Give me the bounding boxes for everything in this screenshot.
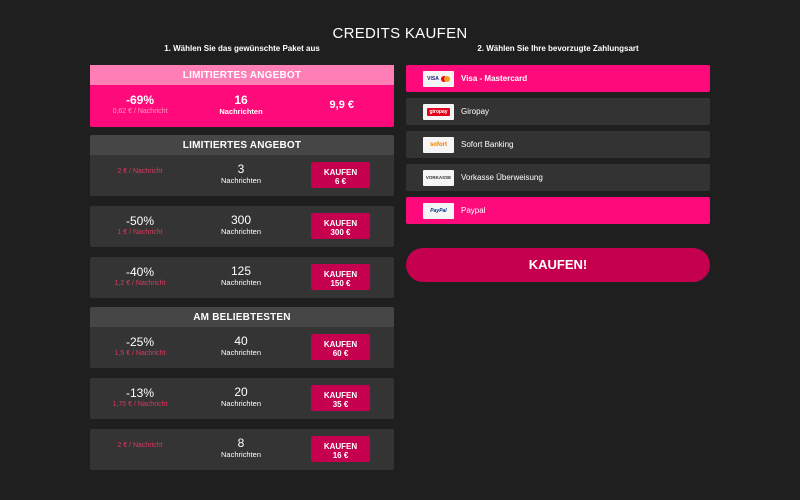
section-header-limited: LIMITIERTES ANGEBOT xyxy=(90,135,394,155)
package-count: 20 xyxy=(234,385,248,399)
sofort-icon: sofort xyxy=(423,136,454,153)
payment-label: Giropay xyxy=(461,107,490,116)
buy-price: 6 € xyxy=(334,176,347,186)
paypal-icon: PayPal xyxy=(423,202,454,219)
payment-label: Vorkasse Überweisung xyxy=(461,173,543,182)
page-title: CREDITS KAUFEN xyxy=(332,25,468,42)
payment-option-sofort[interactable]: sofort Sofort Banking xyxy=(406,131,710,158)
package-discount: -25% xyxy=(125,335,154,349)
section-header-popular: AM BELIEBTESTEN xyxy=(90,307,394,327)
package-per-message: 2 € / Nachricht xyxy=(117,168,163,175)
buy-label: KAUFEN xyxy=(323,218,358,228)
package-discount: -13% xyxy=(125,386,154,400)
package-unit: Nachrichten xyxy=(220,227,262,236)
package-row: 2 € / Nachricht 8 Nachrichten KAUFEN 16 … xyxy=(90,429,394,470)
vorkasse-icon: VORKASSE xyxy=(423,169,454,186)
package-per-message: 2 € / Nachricht xyxy=(117,442,163,449)
buy-label: KAUFEN xyxy=(323,269,358,279)
buy-package-button[interactable]: KAUFEN 60 € xyxy=(311,334,370,360)
package-count: 8 xyxy=(237,436,245,450)
package-unit: Nachrichten xyxy=(220,278,262,287)
package-per-message: 1,5 € / Nachricht xyxy=(114,350,166,357)
package-count: 40 xyxy=(234,334,248,348)
featured-price: 9,9 € xyxy=(329,99,354,111)
featured-unit: Nachrichten xyxy=(219,107,263,116)
package-row: -50% 1 € / Nachricht 300 Nachrichten KAU… xyxy=(90,206,394,247)
package-list: LIMITIERTES ANGEBOT -69% 0,62 € / Nachri… xyxy=(90,65,394,470)
featured-banner: LIMITIERTES ANGEBOT xyxy=(90,65,394,85)
package-row: 2 € / Nachricht 3 Nachrichten KAUFEN 6 € xyxy=(90,155,394,196)
buy-package-button[interactable]: KAUFEN 6 € xyxy=(311,162,370,188)
payment-label: Paypal xyxy=(461,206,486,215)
buy-price: 150 € xyxy=(330,278,351,288)
buy-package-button[interactable]: KAUFEN 150 € xyxy=(311,264,370,290)
package-unit: Nachrichten xyxy=(220,450,262,459)
package-unit: Nachrichten xyxy=(220,399,262,408)
buy-package-button[interactable]: KAUFEN 16 € xyxy=(311,436,370,462)
buy-label: KAUFEN xyxy=(323,441,358,451)
checkout-button[interactable]: KAUFEN! xyxy=(406,248,710,282)
featured-count: 16 xyxy=(234,93,248,107)
buy-price: 35 € xyxy=(332,399,349,409)
buy-package-button[interactable]: KAUFEN 35 € xyxy=(311,385,370,411)
featured-discount: -69% xyxy=(125,93,154,107)
payment-method-list: VISA Visa - Mastercard giropay Giropay s… xyxy=(406,65,710,230)
package-discount: -50% xyxy=(125,214,154,228)
visa-mastercard-icon: VISA xyxy=(423,70,454,87)
package-per-message: 1,2 € / Nachricht xyxy=(114,280,166,287)
package-per-message: 1,75 € / Nachricht xyxy=(112,401,168,408)
package-row: -13% 1,75 € / Nachricht 20 Nachrichten K… xyxy=(90,378,394,419)
step-2-label: 2. Wählen Sie Ihre bevorzugte Zahlungsar… xyxy=(477,44,639,53)
payment-option-vorkasse[interactable]: VORKASSE Vorkasse Überweisung xyxy=(406,164,710,191)
package-per-message: 1 € / Nachricht xyxy=(117,229,163,236)
featured-per-message: 0,62 € / Nachricht xyxy=(112,108,168,115)
package-count: 125 xyxy=(230,264,252,278)
payment-option-visa-mastercard[interactable]: VISA Visa - Mastercard xyxy=(406,65,710,92)
package-count: 300 xyxy=(230,213,252,227)
buy-label: KAUFEN xyxy=(323,390,358,400)
buy-price: 60 € xyxy=(332,348,349,358)
package-row: -40% 1,2 € / Nachricht 125 Nachrichten K… xyxy=(90,257,394,298)
package-unit: Nachrichten xyxy=(220,176,262,185)
payment-label: Sofort Banking xyxy=(461,140,514,149)
buy-label: KAUFEN xyxy=(323,339,358,349)
featured-package[interactable]: -69% 0,62 € / Nachricht 16 Nachrichten 9… xyxy=(90,85,394,127)
payment-option-giropay[interactable]: giropay Giropay xyxy=(406,98,710,125)
package-count: 3 xyxy=(237,162,245,176)
buy-price: 16 € xyxy=(332,450,349,460)
giropay-icon: giropay xyxy=(423,103,454,120)
payment-label: Visa - Mastercard xyxy=(461,74,528,83)
buy-package-button[interactable]: KAUFEN 300 € xyxy=(311,213,370,239)
step-1-label: 1. Wählen Sie das gewünschte Paket aus xyxy=(164,44,320,53)
buy-label: KAUFEN xyxy=(323,167,358,177)
buy-price: 300 € xyxy=(330,227,351,237)
package-row: -25% 1,5 € / Nachricht 40 Nachrichten KA… xyxy=(90,327,394,368)
payment-option-paypal[interactable]: PayPal Paypal xyxy=(406,197,710,224)
package-discount: -40% xyxy=(125,265,154,279)
package-unit: Nachrichten xyxy=(220,348,262,357)
